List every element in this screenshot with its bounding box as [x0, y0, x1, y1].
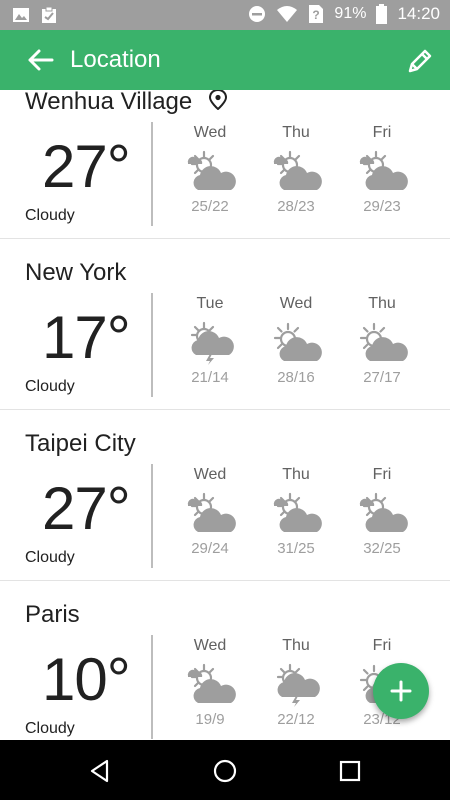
city-name: Wenhua Village	[25, 90, 193, 115]
gallery-icon	[13, 8, 29, 22]
system-nav-bar	[0, 740, 450, 800]
city-card[interactable]: Paris 10° Cloudy Wed 19/9 Thu 22/12 Fri …	[0, 581, 450, 740]
city-name: New York	[25, 259, 127, 286]
current-condition: Cloudy	[25, 207, 75, 224]
forecast-day-name: Wed	[193, 466, 227, 483]
forecast-range: 21/14	[191, 369, 229, 386]
partly-cloudy-icon	[273, 150, 322, 190]
partly-cloudy-icon	[187, 150, 236, 190]
forecast-day-name: Thu	[282, 124, 310, 141]
forecast-range: 28/16	[277, 369, 315, 386]
add-city-button[interactable]	[373, 663, 429, 719]
divider	[151, 293, 153, 397]
city-name: Paris	[25, 601, 80, 628]
thunderstorm-icon	[276, 663, 320, 707]
forecast-day: Thu 31/25	[261, 466, 331, 557]
forecast-day: Fri 29/23	[347, 124, 417, 215]
pencil-edit-icon[interactable]	[406, 47, 434, 75]
forecast-day-name: Fri	[372, 637, 392, 654]
partly-cloudy-icon	[359, 150, 408, 190]
wifi-icon	[277, 6, 298, 22]
forecast-day-name: Wed	[193, 124, 227, 141]
divider	[151, 464, 153, 568]
forecast-day-name: Thu	[282, 466, 310, 483]
do-not-disturb-icon	[249, 6, 266, 22]
forecast-range: 19/9	[195, 711, 225, 728]
forecast-day: Fri 32/25	[347, 466, 417, 557]
location-pin-icon	[208, 90, 228, 110]
partly-cloudy-icon	[187, 663, 236, 703]
clock: 14:20	[397, 4, 440, 23]
back-triangle-icon[interactable]	[87, 758, 113, 784]
status-bar: ? 91% 14:20	[0, 0, 450, 30]
forecast-range: 32/25	[363, 540, 401, 557]
plus-icon	[390, 680, 412, 702]
sun-cloud-icon	[273, 322, 322, 361]
partly-cloudy-icon	[359, 492, 408, 532]
city-card[interactable]: New York 17° Cloudy Tue 21/14 Wed 28/16 …	[0, 239, 450, 410]
forecast-range: 29/24	[191, 540, 229, 557]
forecast-day-name: Tue	[196, 295, 224, 312]
forecast-range: 31/25	[277, 540, 315, 557]
current-condition: Cloudy	[25, 549, 75, 566]
forecast-day: Thu 28/23	[261, 124, 331, 215]
sun-cloud-icon	[359, 322, 408, 361]
thunderstorm-icon	[190, 321, 234, 365]
current-temperature: 27°	[42, 133, 131, 200]
forecast-day-name: Fri	[372, 124, 392, 141]
recents-square-icon[interactable]	[337, 758, 363, 784]
forecast-range: 28/23	[277, 198, 315, 215]
forecast-day: Wed 29/24	[175, 466, 245, 557]
current-condition: Cloudy	[25, 378, 75, 395]
city-card[interactable]: Taipei City 27° Cloudy Wed 29/24 Thu 31/…	[0, 410, 450, 581]
no-sim-icon: ?	[309, 5, 324, 23]
forecast-day-name: Thu	[368, 295, 396, 312]
forecast-day: Tue 21/14	[175, 295, 245, 386]
city-name: Taipei City	[25, 430, 136, 457]
partly-cloudy-icon	[187, 492, 236, 532]
forecast-day-name: Wed	[279, 295, 313, 312]
back-arrow-icon[interactable]	[26, 48, 54, 72]
forecast-range: 25/22	[191, 198, 229, 215]
forecast-day-name: Fri	[372, 466, 392, 483]
forecast-range: 27/17	[363, 369, 401, 386]
divider	[151, 122, 153, 226]
svg-text:?: ?	[313, 8, 320, 22]
divider	[151, 635, 153, 739]
forecast-range: 29/23	[363, 198, 401, 215]
battery-percent: 91%	[334, 5, 367, 22]
current-temperature: 10°	[42, 646, 131, 713]
forecast-range: 22/12	[277, 711, 315, 728]
page-title: Location	[70, 46, 161, 73]
app-bar: Location	[0, 30, 450, 90]
city-card[interactable]: Wenhua Village 27° Cloudy Wed 25/22 Thu	[0, 90, 450, 239]
battery-icon	[376, 4, 388, 24]
forecast-day: Thu 27/17	[347, 295, 417, 386]
clipboard-icon	[42, 6, 56, 23]
forecast-day-name: Thu	[282, 637, 310, 654]
city-list[interactable]: Wenhua Village 27° Cloudy Wed 25/22 Thu	[0, 90, 450, 740]
current-temperature: 17°	[42, 304, 131, 371]
current-condition: Cloudy	[25, 720, 75, 737]
partly-cloudy-icon	[273, 492, 322, 532]
forecast-day: Wed 19/9	[175, 637, 245, 728]
current-temperature: 27°	[42, 475, 131, 542]
forecast-day-name: Wed	[193, 637, 227, 654]
home-circle-icon[interactable]	[212, 758, 238, 784]
forecast-day: Thu 22/12	[261, 637, 331, 728]
forecast-day: Wed 25/22	[175, 124, 245, 215]
forecast-day: Wed 28/16	[261, 295, 331, 386]
